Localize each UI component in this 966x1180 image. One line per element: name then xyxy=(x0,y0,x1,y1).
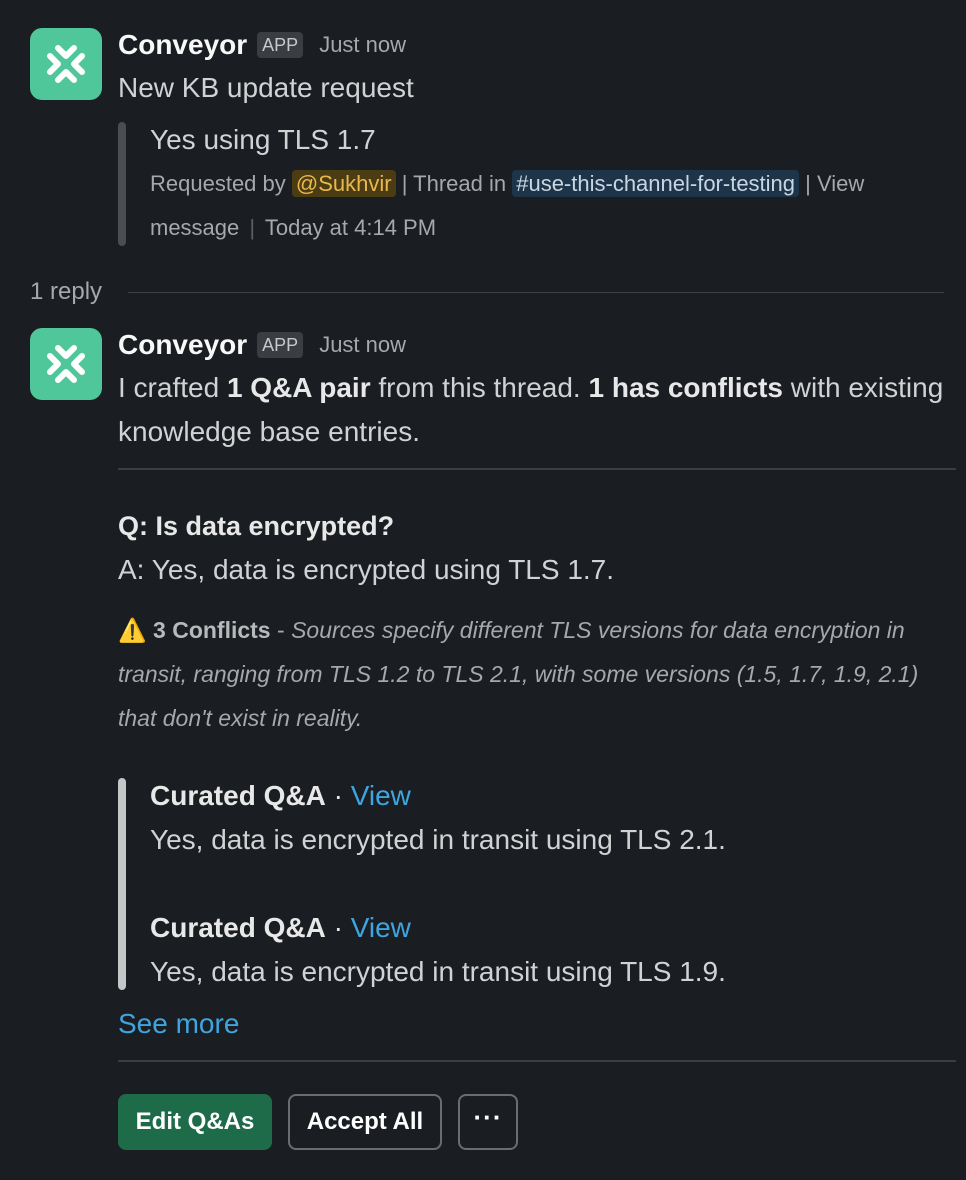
message-1: Conveyor APP Just now New KB update requ… xyxy=(30,28,956,250)
conveyor-logo-icon xyxy=(47,45,85,83)
message-text: New KB update request xyxy=(118,72,414,103)
user-mention[interactable]: @Sukhvir xyxy=(291,170,396,197)
timestamp[interactable]: Just now xyxy=(319,32,406,58)
qa-question: Q: Is data encrypted? xyxy=(118,511,395,541)
quote-meta: Requested by @Sukhvir | Thread in #use-t… xyxy=(150,162,956,250)
request-quote: Yes using TLS 1.7 Requested by @Sukhvir … xyxy=(118,118,956,250)
sender-name[interactable]: Conveyor xyxy=(118,29,247,61)
see-more-link[interactable]: See more xyxy=(118,1002,956,1046)
accept-all-button[interactable]: Accept All xyxy=(288,1094,442,1150)
message-date: Today at 4:14 PM xyxy=(264,215,437,240)
message-2-body: Conveyor APP Just now I crafted 1 Q&A pa… xyxy=(118,328,956,1150)
conflict-count: 3 Conflicts xyxy=(153,617,271,643)
intro-text: I crafted 1 Q&A pair from this thread. 1… xyxy=(118,372,944,447)
curated-title: Curated Q&A · View xyxy=(150,780,411,811)
qa-answer: A: Yes, data is encrypted using TLS 1.7. xyxy=(118,554,615,585)
more-actions-button[interactable]: ··· xyxy=(458,1094,518,1150)
thread-in-label: | Thread in xyxy=(401,171,507,196)
conflict-dash: - xyxy=(270,617,292,643)
curated-view-link[interactable]: View xyxy=(351,912,411,943)
section-divider xyxy=(118,1060,956,1062)
curated-text: Yes, data is encrypted in transit using … xyxy=(150,956,726,987)
action-buttons: Edit Q&As Accept All ··· xyxy=(118,1094,956,1150)
curated-item: Curated Q&A · View Yes, data is encrypte… xyxy=(150,906,956,994)
channel-link[interactable]: #use-this-channel-for-testing xyxy=(512,170,800,197)
curated-quotes: Curated Q&A · View Yes, data is encrypte… xyxy=(118,774,956,994)
reply-divider-line xyxy=(128,291,944,293)
section-divider xyxy=(118,468,956,470)
requested-by-label: Requested by xyxy=(150,171,286,196)
qa-pair: Q: Is data encrypted? A: Yes, data is en… xyxy=(118,504,956,592)
reply-divider: 1 reply xyxy=(30,272,944,312)
message-1-body: Conveyor APP Just now New KB update requ… xyxy=(118,28,956,250)
curated-item: Curated Q&A · View Yes, data is encrypte… xyxy=(150,774,956,862)
app-badge: APP xyxy=(257,332,304,358)
warning-icon: ⚠️ xyxy=(118,617,147,643)
message-header: Conveyor APP Just now xyxy=(118,328,956,362)
conveyor-logo-icon xyxy=(47,345,85,383)
message-header: Conveyor APP Just now xyxy=(118,28,956,62)
meta-separator: | xyxy=(249,215,256,240)
edit-qas-button[interactable]: Edit Q&As xyxy=(118,1094,272,1150)
conveyor-avatar[interactable] xyxy=(30,28,102,100)
sender-name[interactable]: Conveyor xyxy=(118,329,247,361)
reply-count[interactable]: 1 reply xyxy=(30,278,102,306)
conflict-summary: ⚠️ 3 Conflicts - Sources specify differe… xyxy=(118,608,956,740)
curated-text: Yes, data is encrypted in transit using … xyxy=(150,824,726,855)
timestamp[interactable]: Just now xyxy=(319,332,406,358)
conveyor-avatar[interactable] xyxy=(30,328,102,400)
message-2: Conveyor APP Just now I crafted 1 Q&A pa… xyxy=(30,328,956,1150)
curated-title: Curated Q&A · View xyxy=(150,912,411,943)
curated-view-link[interactable]: View xyxy=(351,780,411,811)
quote-title: Yes using TLS 1.7 xyxy=(150,124,376,155)
app-badge: APP xyxy=(257,32,304,58)
